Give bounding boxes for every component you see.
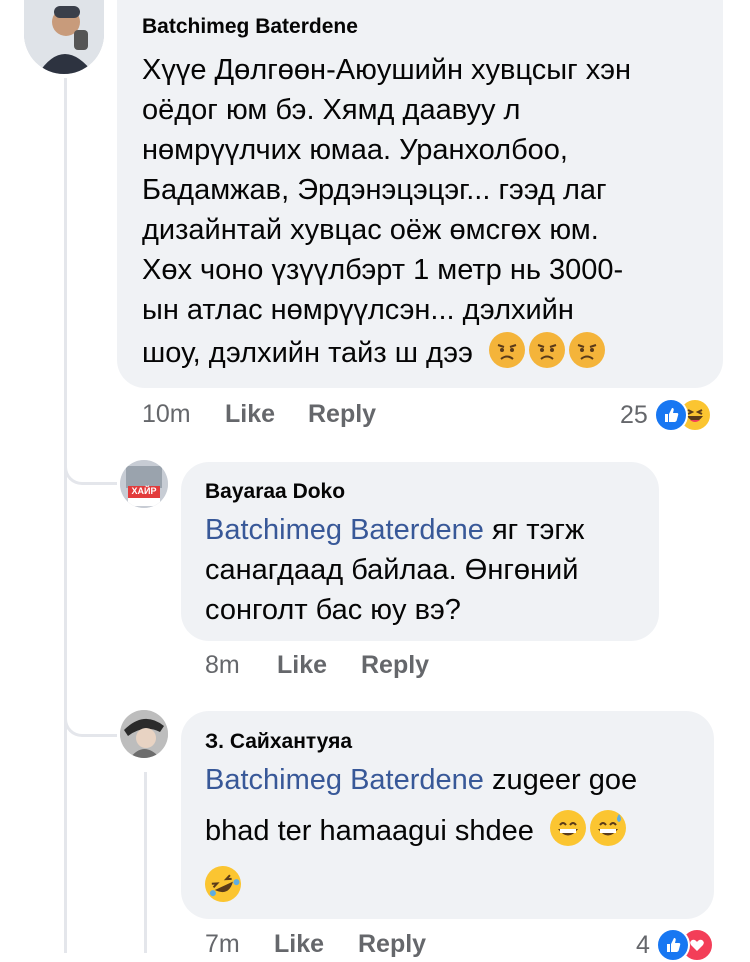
comment-text-line: дизайнтай хувцас оёж өмсгөх юм. <box>142 214 599 246</box>
reaction-summary[interactable]: 25 <box>620 398 712 432</box>
comment-text-line: нөмрүүлчих юмаа. Уранхолбоо, <box>142 134 568 166</box>
profile-photo-icon <box>24 0 104 74</box>
reply-button[interactable]: Reply <box>358 930 426 959</box>
comment-text-line: bhad ter hamaagui shdee <box>205 815 534 847</box>
angry-face-icon <box>568 332 605 368</box>
like-reaction-icon <box>653 398 688 432</box>
profile-photo-icon <box>120 460 168 508</box>
comment-text-line-emoji: bhad ter hamaagui shdee <box>205 810 630 851</box>
comment-timestamp[interactable]: 8m <box>205 651 240 680</box>
comment-text-line: санагдаад байлаа. Өнгөний <box>205 554 579 586</box>
angry-face-icon <box>488 332 525 368</box>
thread-line-main <box>64 78 67 953</box>
comment-author[interactable]: З. Сайхантуяа <box>205 730 352 754</box>
like-button[interactable]: Like <box>274 930 324 959</box>
thread-elbow-reply-2 <box>64 692 117 737</box>
comment-text: яг тэгж <box>483 514 585 546</box>
comment-text-line: Бадамжав, Эрдэнэцэцэг... гээд лаг <box>142 174 607 206</box>
comment-text-line: сонголт бас юу вэ? <box>205 594 461 626</box>
comment-timestamp[interactable]: 7m <box>205 930 240 959</box>
sweat-smile-face-icon <box>589 810 626 846</box>
reaction-count: 4 <box>636 930 650 959</box>
comment-text-line-emoji <box>199 860 247 908</box>
like-button[interactable]: Like <box>225 400 275 429</box>
thread-line-reply-2 <box>144 772 147 953</box>
angry-face-icon <box>528 332 565 368</box>
avatar[interactable] <box>120 710 168 758</box>
reaction-count: 25 <box>620 400 648 429</box>
like-button[interactable]: Like <box>277 651 327 680</box>
comment-text-line: шоу, дэлхийн тайз ш дээ <box>142 337 473 369</box>
like-reaction-icon <box>655 928 690 962</box>
thread-elbow-reply-1 <box>64 440 117 485</box>
avatar[interactable] <box>120 460 168 508</box>
avatar[interactable] <box>24 0 104 74</box>
comment-text-line: Хүүе Дөлгөөн-Аюушийн хувцсыг хэн <box>142 54 632 86</box>
grinning-face-icon <box>549 810 586 846</box>
reply-button[interactable]: Reply <box>308 400 376 429</box>
comment-text-line: ын атлас нөмрүүлсэн... дэлхийн <box>142 294 574 326</box>
comment-author[interactable]: Bayaraa Doko <box>205 480 345 504</box>
comment-text-line: Batchimeg Baterdene яг тэгж <box>205 510 584 550</box>
comment-text-line: Хөх чоно үзүүлбэрт 1 метр нь 3000- <box>142 254 624 286</box>
reaction-summary[interactable]: 4 <box>636 928 714 962</box>
mention-link[interactable]: Batchimeg Baterdene <box>205 764 484 796</box>
comment-timestamp[interactable]: 10m <box>142 400 191 429</box>
comment-text-line-emoji: шоу, дэлхийн тайз ш дээ <box>142 332 609 373</box>
avatar-caption: ХАЙР <box>131 486 157 496</box>
comment-text-line: оёдог юм бэ. Хямд даавуу л <box>142 94 521 126</box>
rofl-face-icon <box>199 860 247 908</box>
comment-text: zugeer goe <box>483 764 638 796</box>
reply-button[interactable]: Reply <box>361 651 429 680</box>
comment-author[interactable]: Batchimeg Baterdene <box>142 15 358 39</box>
mention-link[interactable]: Batchimeg Baterdene <box>205 514 484 546</box>
comment-text-line: Batchimeg Baterdene zugeer goe <box>205 760 637 800</box>
profile-photo-icon <box>120 710 168 758</box>
